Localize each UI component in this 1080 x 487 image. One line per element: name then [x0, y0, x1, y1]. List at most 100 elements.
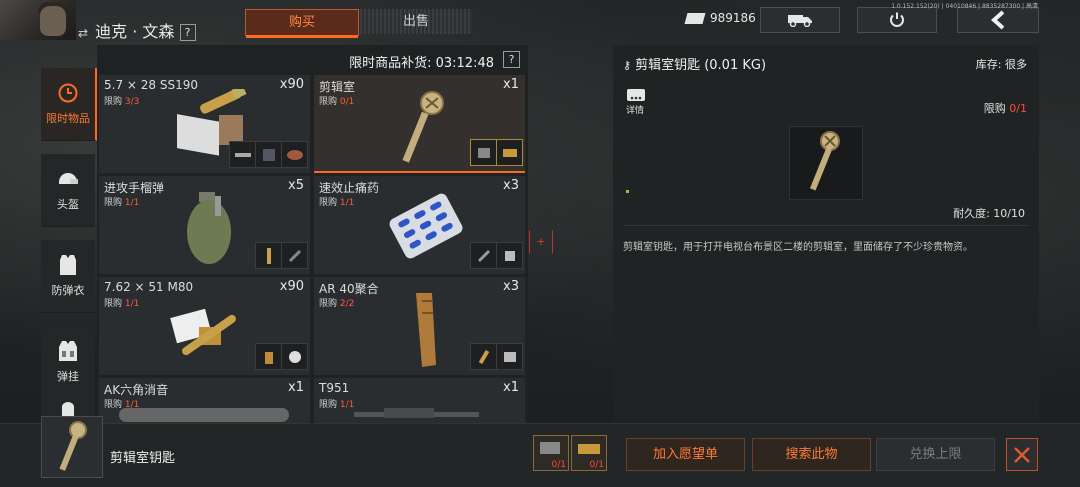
item-quantity: x3: [503, 279, 519, 294]
cost-item-icon: [540, 442, 560, 454]
power-icon: [890, 12, 904, 27]
cost-item-icon: [578, 444, 600, 454]
info-icon[interactable]: [627, 89, 645, 101]
magazine-image: [416, 293, 436, 367]
item-card-selected[interactable]: 剪辑室 x1 限购 0/1: [314, 75, 525, 173]
source-icon[interactable]: [496, 343, 523, 370]
item-detail-panel: ⚷ 剪辑室钥匙 (0.01 KG) 库存: 很多 详情 限购 0/1 耐久度: 1…: [613, 45, 1039, 423]
category-label: 头盔: [57, 198, 79, 211]
key-image: [402, 91, 444, 163]
source-icon[interactable]: [470, 139, 497, 166]
category-helmet[interactable]: 头盔: [41, 154, 95, 227]
source-icon[interactable]: [281, 242, 308, 269]
source-icon[interactable]: [496, 139, 523, 166]
item-card[interactable]: 进攻手榴弹 x5 限购 1/1: [99, 176, 310, 274]
helmet-icon: [57, 168, 79, 190]
category-limited[interactable]: 限时物品: [41, 68, 97, 141]
close-button[interactable]: [1006, 438, 1038, 471]
item-grid-panel: 限时商品补货: 03:12:48 ? 5.7 × 28 SS190 x90 限购…: [97, 45, 528, 423]
source-icon[interactable]: [470, 242, 497, 269]
item-quantity: x3: [503, 178, 519, 193]
selected-item-name: 剪辑室钥匙: [110, 451, 176, 466]
category-label: 限时物品: [46, 112, 90, 125]
tab-buy[interactable]: 购买: [245, 9, 359, 38]
truck-icon: [788, 15, 812, 27]
item-card[interactable]: T951 x1 限购 1/1: [314, 378, 525, 423]
painkiller-image: [389, 193, 463, 259]
currency-amount: 989186: [710, 11, 756, 25]
item-name: T951: [319, 381, 350, 395]
version-text: 1.0.152.152(20) | 04010846 | 8835287300 …: [891, 3, 1038, 10]
restock-timer: 限时商品补货: 03:12:48: [349, 56, 494, 71]
status-dot: [626, 190, 629, 193]
item-limit: 限购 1/1: [319, 198, 355, 208]
vest-icon: [57, 254, 79, 276]
detail-item-image: [789, 126, 863, 200]
player-help-button[interactable]: ?: [179, 24, 196, 41]
search-item-button[interactable]: 搜索此物: [752, 438, 871, 471]
grenade-image: [187, 192, 231, 264]
item-quantity: x1: [288, 380, 304, 395]
chevron-left-icon: [990, 10, 1005, 30]
detail-title: 剪辑室钥匙 (0.01 KG): [635, 58, 767, 73]
item-limit: 限购 0/1: [319, 97, 355, 107]
rifle-image: [354, 408, 479, 418]
source-icon[interactable]: [281, 343, 308, 370]
backpack-icon: [57, 402, 79, 416]
player-name: 迪克 · 文森: [95, 22, 175, 41]
item-card[interactable]: 7.62 × 51 M80 x90 限购 1/1: [99, 277, 310, 375]
item-name: AK六角消音: [104, 383, 169, 397]
add-to-wishlist-button[interactable]: 加入愿望单: [626, 438, 745, 471]
item-card[interactable]: AK六角消音 x1 限购 1/1: [99, 378, 310, 423]
source-icon[interactable]: [470, 343, 497, 370]
cost-slot[interactable]: 0/1: [533, 435, 569, 471]
item-limit: 限购 2/2: [319, 299, 355, 309]
divider: [623, 225, 1029, 226]
vehicle-button[interactable]: [760, 7, 840, 33]
player-name-row: ⇄ 迪克 · 文森 ?: [78, 18, 196, 42]
chest-rig-icon: [57, 340, 79, 362]
close-icon: [1014, 446, 1030, 463]
key-icon: ⚷: [623, 59, 632, 72]
source-icon[interactable]: [281, 141, 308, 168]
item-card[interactable]: 速效止痛药 x3 限购 1/1: [314, 176, 525, 274]
key-image: [809, 131, 840, 191]
category-chest-rig[interactable]: 弹挂: [41, 326, 95, 399]
tab-sell[interactable]: 出售: [360, 9, 472, 34]
category-vest[interactable]: 防弹衣: [41, 240, 95, 313]
switch-icon[interactable]: ⇄: [78, 26, 88, 40]
item-name: 剪辑室: [319, 80, 356, 94]
clock-icon: [57, 82, 79, 104]
key-image: [59, 421, 87, 471]
item-name: 进攻手榴弹: [104, 181, 165, 195]
ammo-box-image: [170, 308, 236, 356]
back-button[interactable]: [957, 7, 1039, 33]
detail-description: 剪辑室钥匙，用于打开电视台布景区二楼的剪辑室，里面储存了不少珍贵物资。: [623, 242, 973, 253]
source-icon[interactable]: [229, 141, 256, 168]
source-icon[interactable]: [496, 242, 523, 269]
item-card[interactable]: AR 40聚合 x3 限购 2/2: [314, 277, 525, 375]
item-limit: 限购 1/1: [319, 400, 355, 410]
restock-help-button[interactable]: ?: [503, 51, 520, 68]
item-name: 速效止痛药: [319, 181, 380, 195]
power-button[interactable]: [857, 7, 937, 33]
source-icon[interactable]: [255, 343, 282, 370]
selected-item-thumbnail: [41, 416, 103, 478]
category-label: 弹挂: [57, 370, 79, 383]
top-bar: ⇄ 迪克 · 文森 ? 购买 出售 989186 1.0.152.152(20)…: [0, 0, 1080, 42]
item-quantity: x5: [288, 178, 304, 193]
player-portrait[interactable]: [0, 0, 76, 40]
item-quantity: x1: [503, 77, 519, 92]
category-label: 防弹衣: [51, 284, 85, 297]
item-limit: 限购 1/1: [104, 299, 140, 309]
item-name: AR 40聚合: [319, 282, 379, 296]
item-card[interactable]: 5.7 × 28 SS190 x90 限购 3/3: [99, 75, 310, 173]
expand-marker[interactable]: +: [529, 230, 553, 254]
detail-info-button[interactable]: 详情: [626, 103, 644, 116]
item-quantity: x90: [279, 77, 304, 92]
detail-limit: 限购 0/1: [983, 102, 1027, 115]
source-icon[interactable]: [255, 141, 282, 168]
source-icon[interactable]: [255, 242, 282, 269]
exchange-limit-button[interactable]: 兑换上限: [876, 438, 995, 471]
cost-slot[interactable]: 0/1: [571, 435, 607, 471]
